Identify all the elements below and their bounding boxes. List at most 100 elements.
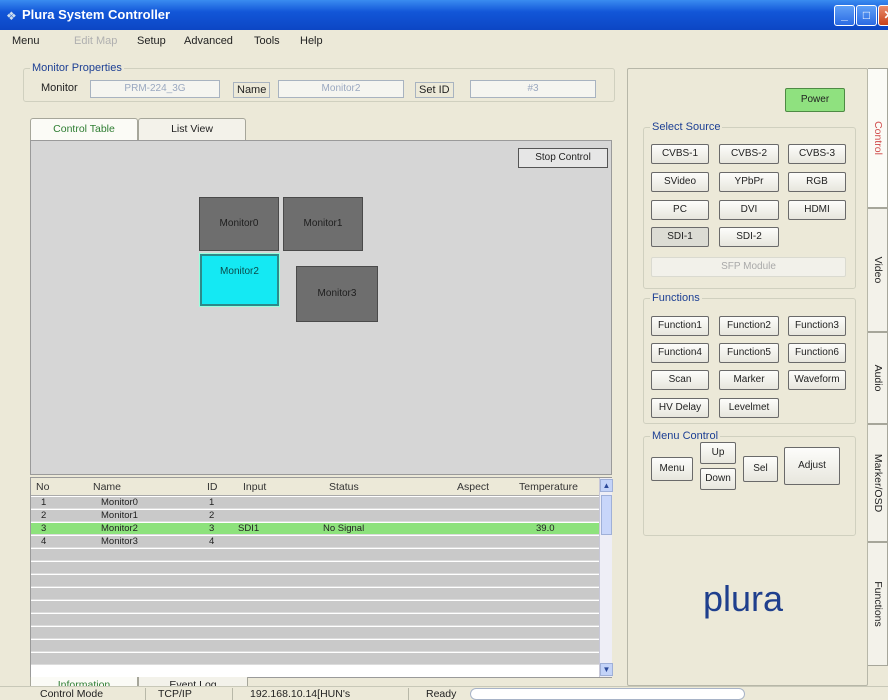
source-ypbpr-button[interactable]: YPbPr bbox=[719, 172, 779, 192]
table-row[interactable]: 2 Monitor1 2 bbox=[31, 510, 599, 522]
table-row-empty bbox=[31, 601, 599, 613]
table-header: No Name ID Input Status Aspect Temperatu… bbox=[31, 478, 599, 496]
source-sdi2-button[interactable]: SDI-2 bbox=[719, 227, 779, 247]
scroll-up-icon[interactable]: ▲ bbox=[600, 479, 613, 492]
source-dvi-button[interactable]: DVI bbox=[719, 200, 779, 220]
source-sdi1-button[interactable]: SDI-1 bbox=[651, 227, 709, 247]
setid-label: Set ID bbox=[415, 82, 454, 98]
col-no[interactable]: No bbox=[36, 481, 49, 493]
function2-button[interactable]: Function2 bbox=[719, 316, 779, 336]
name-field[interactable]: Monitor2 bbox=[278, 80, 404, 98]
tab-video-label: Video bbox=[871, 256, 884, 284]
monitor-tile-2-selected[interactable]: Monitor2 bbox=[199, 253, 280, 307]
tab-marker-osd[interactable]: Marker/OSD bbox=[868, 424, 888, 542]
col-status[interactable]: Status bbox=[329, 481, 359, 493]
menu-advanced[interactable]: Advanced bbox=[184, 35, 233, 47]
table-row-empty bbox=[31, 614, 599, 626]
title-bar: ❖ Plura System Controller _ □ ✕ bbox=[0, 0, 888, 30]
monitor-label: Monitor bbox=[41, 82, 78, 94]
source-cvbs1-button[interactable]: CVBS-1 bbox=[651, 144, 709, 164]
cell-name: Monitor1 bbox=[101, 510, 138, 521]
cell-id: 3 bbox=[209, 523, 215, 534]
col-id[interactable]: ID bbox=[207, 481, 218, 493]
menu-help[interactable]: Help bbox=[300, 35, 323, 47]
monitor-tile-0[interactable]: Monitor0 bbox=[199, 197, 279, 251]
status-protocol: TCP/IP bbox=[158, 688, 192, 700]
close-button[interactable]: ✕ bbox=[878, 5, 888, 26]
tab-audio[interactable]: Audio bbox=[868, 332, 888, 424]
sel-button[interactable]: Sel bbox=[743, 456, 778, 482]
table-row-empty bbox=[31, 562, 599, 574]
tab-video[interactable]: Video bbox=[868, 208, 888, 332]
sfp-module-button[interactable]: SFP Module bbox=[651, 257, 846, 277]
cell-no: 3 bbox=[41, 523, 47, 534]
menu-edit-map[interactable]: Edit Map bbox=[74, 35, 117, 47]
menu-tools[interactable]: Tools bbox=[254, 35, 280, 47]
setid-field[interactable]: #3 bbox=[470, 80, 596, 98]
tab-control[interactable]: Control bbox=[868, 68, 888, 208]
levelmet-button[interactable]: Levelmet bbox=[719, 398, 779, 418]
minimize-button[interactable]: _ bbox=[834, 5, 855, 26]
tab-control-table[interactable]: Control Table bbox=[30, 118, 138, 140]
up-button[interactable]: Up bbox=[700, 442, 736, 464]
marker-button[interactable]: Marker bbox=[719, 370, 779, 390]
source-pc-button[interactable]: PC bbox=[651, 200, 709, 220]
monitor-properties-title: Monitor Properties bbox=[30, 62, 124, 74]
table-scrollbar[interactable]: ▲ ▼ bbox=[599, 478, 613, 677]
function3-button[interactable]: Function3 bbox=[788, 316, 846, 336]
scan-button[interactable]: Scan bbox=[651, 370, 709, 390]
cell-name: Monitor3 bbox=[101, 536, 138, 547]
stop-control-button[interactable]: Stop Control bbox=[518, 148, 608, 168]
col-aspect[interactable]: Aspect bbox=[457, 481, 489, 493]
select-source-title: Select Source bbox=[650, 121, 723, 133]
col-name[interactable]: Name bbox=[93, 481, 121, 493]
function5-button[interactable]: Function5 bbox=[719, 343, 779, 363]
monitor-table: No Name ID Input Status Aspect Temperatu… bbox=[30, 477, 613, 678]
adjust-button[interactable]: Adjust bbox=[784, 447, 840, 485]
menu-setup[interactable]: Setup bbox=[137, 35, 166, 47]
monitor-model-field[interactable]: PRM-224_3G bbox=[90, 80, 220, 98]
cell-no: 2 bbox=[41, 510, 47, 521]
cell-no: 1 bbox=[41, 497, 47, 508]
table-row[interactable]: 4 Monitor3 4 bbox=[31, 536, 599, 548]
control-canvas[interactable]: Stop Control Monitor0 Monitor1 Monitor2 … bbox=[30, 140, 612, 475]
hv-delay-button[interactable]: HV Delay bbox=[651, 398, 709, 418]
power-button[interactable]: Power bbox=[785, 88, 845, 112]
down-button[interactable]: Down bbox=[700, 468, 736, 490]
scroll-down-icon[interactable]: ▼ bbox=[600, 663, 613, 676]
col-temperature[interactable]: Temperature bbox=[519, 481, 578, 493]
waveform-button[interactable]: Waveform bbox=[788, 370, 846, 390]
source-rgb-button[interactable]: RGB bbox=[788, 172, 846, 192]
tab-functions[interactable]: Functions bbox=[868, 542, 888, 666]
cell-id: 1 bbox=[209, 497, 215, 508]
tab-control-label: Control bbox=[871, 121, 884, 155]
cell-id: 4 bbox=[209, 536, 215, 547]
maximize-button[interactable]: □ bbox=[856, 5, 877, 26]
col-input[interactable]: Input bbox=[243, 481, 266, 493]
menu-control-title: Menu Control bbox=[650, 430, 721, 442]
table-row-empty bbox=[31, 640, 599, 652]
cell-input: SDI1 bbox=[238, 523, 260, 534]
source-hdmi-button[interactable]: HDMI bbox=[788, 200, 846, 220]
table-row-selected[interactable]: 3 Monitor2 3 SDI1 No Signal 39.0 bbox=[31, 523, 599, 535]
monitor-tile-1[interactable]: Monitor1 bbox=[283, 197, 363, 251]
tab-audio-label: Audio bbox=[871, 364, 884, 392]
table-row[interactable]: 1 Monitor0 1 bbox=[31, 497, 599, 509]
cell-name: Monitor2 bbox=[101, 523, 138, 534]
scroll-thumb[interactable] bbox=[601, 495, 612, 535]
menu-button[interactable]: Menu bbox=[651, 457, 693, 481]
source-svideo-button[interactable]: SVideo bbox=[651, 172, 709, 192]
source-cvbs2-button[interactable]: CVBS-2 bbox=[719, 144, 779, 164]
tab-list-view[interactable]: List View bbox=[138, 118, 246, 140]
monitor-tile-3[interactable]: Monitor3 bbox=[296, 266, 378, 322]
function4-button[interactable]: Function4 bbox=[651, 343, 709, 363]
cell-id: 2 bbox=[209, 510, 215, 521]
table-row-empty bbox=[31, 575, 599, 587]
function6-button[interactable]: Function6 bbox=[788, 343, 846, 363]
app-icon: ❖ bbox=[6, 9, 17, 23]
source-cvbs3-button[interactable]: CVBS-3 bbox=[788, 144, 846, 164]
menu-menu[interactable]: Menu bbox=[12, 35, 40, 47]
window-title: Plura System Controller bbox=[22, 7, 171, 22]
status-address: 192.168.10.14[HUN's bbox=[250, 688, 351, 700]
function1-button[interactable]: Function1 bbox=[651, 316, 709, 336]
